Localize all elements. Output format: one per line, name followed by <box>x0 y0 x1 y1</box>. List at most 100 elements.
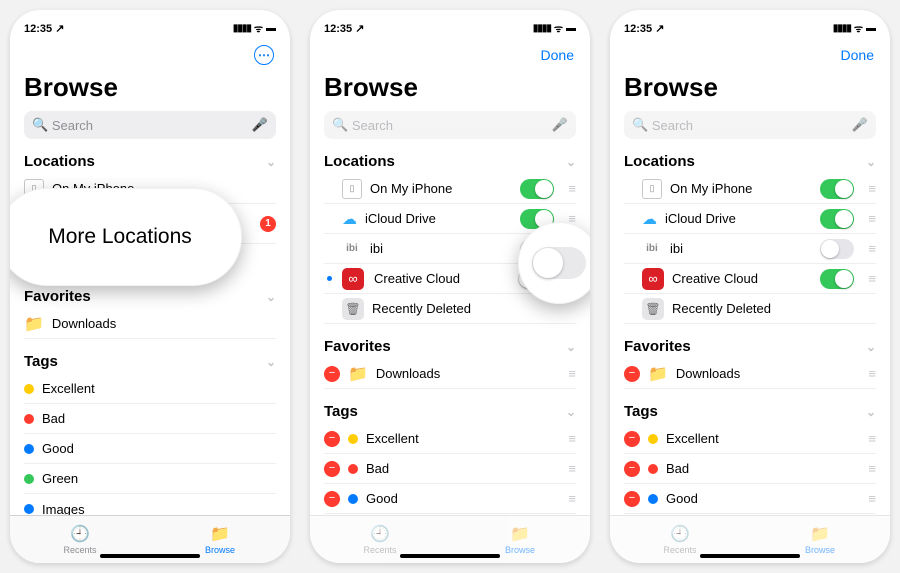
tags-header[interactable]: Tags ⌄ <box>24 353 276 370</box>
remove-button[interactable]: − <box>624 461 640 477</box>
phone-screen-1: 12:35 ↗ ▮▮▮▮ᯤ▬ ⋯ Browse 🔍 Search 🎤 Locat… <box>10 10 290 563</box>
phone-screen-3: 12:35 ↗ ▮▮▮▮ᯤ▬ Done Browse 🔍 Search 🎤 Lo… <box>610 10 890 563</box>
home-indicator[interactable] <box>100 554 200 558</box>
locations-header[interactable]: Locations ⌄ <box>624 153 876 170</box>
remove-button[interactable]: − <box>324 431 340 447</box>
tag-excellent[interactable]: − Excellent ≡ <box>324 424 576 454</box>
location-arrow-icon: ↗ <box>55 23 64 35</box>
folder-icon: 📁 <box>210 524 230 544</box>
remove-button[interactable]: − <box>324 366 340 382</box>
location-creative-cloud[interactable]: ∞ Creative Cloud ≡ <box>624 264 876 294</box>
remove-button[interactable]: − <box>624 491 640 507</box>
more-button[interactable]: ⋯ <box>254 45 274 65</box>
tag-good[interactable]: − Good ≡ <box>324 484 576 514</box>
tag-good[interactable]: − Good ≡ <box>624 484 876 514</box>
tag-dot-icon <box>648 434 658 444</box>
new-dot-icon <box>327 276 332 281</box>
location-iphone[interactable]: ▯ On My iPhone ≡ <box>624 174 876 204</box>
chevron-down-icon: ⌄ <box>866 155 876 169</box>
toggle-cc[interactable] <box>820 269 854 289</box>
reorder-handle-icon[interactable]: ≡ <box>868 241 876 256</box>
search-icon: 🔍 <box>632 117 648 133</box>
reorder-handle-icon[interactable]: ≡ <box>868 366 876 381</box>
trash-icon: 🗑 <box>342 298 364 320</box>
search-field[interactable]: 🔍 Search 🎤 <box>24 111 276 139</box>
reorder-handle-icon[interactable]: ≡ <box>568 431 576 446</box>
reorder-handle-icon[interactable]: ≡ <box>868 211 876 226</box>
done-button[interactable]: Done <box>541 47 574 63</box>
folder-icon: 📁 <box>510 524 530 544</box>
remove-button[interactable]: − <box>624 366 640 382</box>
tag-dot-icon <box>348 494 358 504</box>
tag-bad[interactable]: − Bad ≡ <box>324 454 576 484</box>
tag-dot-icon <box>24 504 34 514</box>
tag-dot-icon <box>348 464 358 474</box>
chevron-down-icon: ⌄ <box>266 290 276 304</box>
favorites-header[interactable]: Favorites ⌄ <box>624 338 876 355</box>
tag-excellent[interactable]: Excellent <box>24 374 276 404</box>
tag-excellent[interactable]: − Excellent ≡ <box>624 424 876 454</box>
favorite-downloads[interactable]: 📁 Downloads <box>24 309 276 339</box>
favorite-downloads[interactable]: − 📁 Downloads ≡ <box>324 359 576 389</box>
chevron-down-icon: ⌄ <box>866 405 876 419</box>
reorder-handle-icon[interactable]: ≡ <box>868 431 876 446</box>
iphone-icon: ▯ <box>642 179 662 199</box>
locations-header[interactable]: Locations ⌄ <box>324 153 576 170</box>
mic-icon[interactable]: 🎤 <box>252 117 268 133</box>
toggle-ibi[interactable] <box>820 239 854 259</box>
location-iphone[interactable]: ▯ On My iPhone ≡ <box>324 174 576 204</box>
search-field[interactable]: 🔍 Search 🎤 <box>324 111 576 139</box>
status-icons: ▮▮▮▮ᯤ▬ <box>833 21 876 35</box>
tag-good[interactable]: Good <box>24 434 276 464</box>
locations-header[interactable]: Locations ⌄ <box>24 153 276 170</box>
toggle-icloud[interactable] <box>820 209 854 229</box>
favorites-header[interactable]: Favorites ⌄ <box>324 338 576 355</box>
mic-icon: 🎤 <box>852 117 868 133</box>
cloud-icon: ☁︎ <box>642 210 657 228</box>
page-title: Browse <box>624 72 876 103</box>
reorder-handle-icon[interactable]: ≡ <box>568 461 576 476</box>
toggle-iphone[interactable] <box>520 179 554 199</box>
reorder-handle-icon[interactable]: ≡ <box>568 491 576 506</box>
reorder-handle-icon[interactable]: ≡ <box>868 491 876 506</box>
favorites-header[interactable]: Favorites ⌄ <box>24 288 276 305</box>
reorder-handle-icon[interactable]: ≡ <box>868 181 876 196</box>
favorite-downloads[interactable]: − 📁 Downloads ≡ <box>624 359 876 389</box>
search-placeholder: Search <box>52 118 93 133</box>
tag-images[interactable]: Images <box>24 494 276 515</box>
location-deleted[interactable]: 🗑 Recently Deleted <box>624 294 876 324</box>
location-ibi[interactable]: ibi ibi ≡ <box>624 234 876 264</box>
home-indicator[interactable] <box>700 554 800 558</box>
clock-icon: 🕘 <box>370 524 390 544</box>
phone-screen-2: 12:35 ↗ ▮▮▮▮ᯤ▬ Done Browse 🔍 Search 🎤 Lo… <box>310 10 590 563</box>
status-icons: ▮▮▮▮ᯤ▬ <box>533 21 576 35</box>
done-button[interactable]: Done <box>841 47 874 63</box>
chevron-down-icon: ⌄ <box>566 155 576 169</box>
remove-button[interactable]: − <box>624 431 640 447</box>
tag-bad[interactable]: − Bad ≡ <box>624 454 876 484</box>
chevron-down-icon: ⌄ <box>866 340 876 354</box>
tags-header[interactable]: Tags ⌄ <box>324 403 576 420</box>
toggle-iphone[interactable] <box>820 179 854 199</box>
search-field[interactable]: 🔍 Search 🎤 <box>624 111 876 139</box>
remove-button[interactable]: − <box>324 461 340 477</box>
location-icloud[interactable]: ☁︎ iCloud Drive ≡ <box>624 204 876 234</box>
remove-button[interactable]: − <box>324 491 340 507</box>
tags-header[interactable]: Tags ⌄ <box>624 403 876 420</box>
tag-bad[interactable]: Bad <box>24 404 276 434</box>
reorder-handle-icon[interactable]: ≡ <box>868 271 876 286</box>
status-bar: 12:35 ↗ ▮▮▮▮ᯤ▬ <box>610 16 890 40</box>
ibi-icon: ibi <box>342 243 362 254</box>
trash-icon: 🗑 <box>642 298 664 320</box>
reorder-handle-icon[interactable]: ≡ <box>868 461 876 476</box>
search-icon: 🔍 <box>32 117 48 133</box>
tag-dot-icon <box>24 384 34 394</box>
iphone-icon: ▯ <box>342 179 362 199</box>
reorder-handle-icon[interactable]: ≡ <box>568 181 576 196</box>
tag-dot-icon <box>24 414 34 424</box>
home-indicator[interactable] <box>400 554 500 558</box>
clock-icon: 🕘 <box>70 524 90 544</box>
tag-green[interactable]: Green <box>24 464 276 494</box>
nav-bar: Done <box>310 40 590 70</box>
reorder-handle-icon[interactable]: ≡ <box>568 366 576 381</box>
